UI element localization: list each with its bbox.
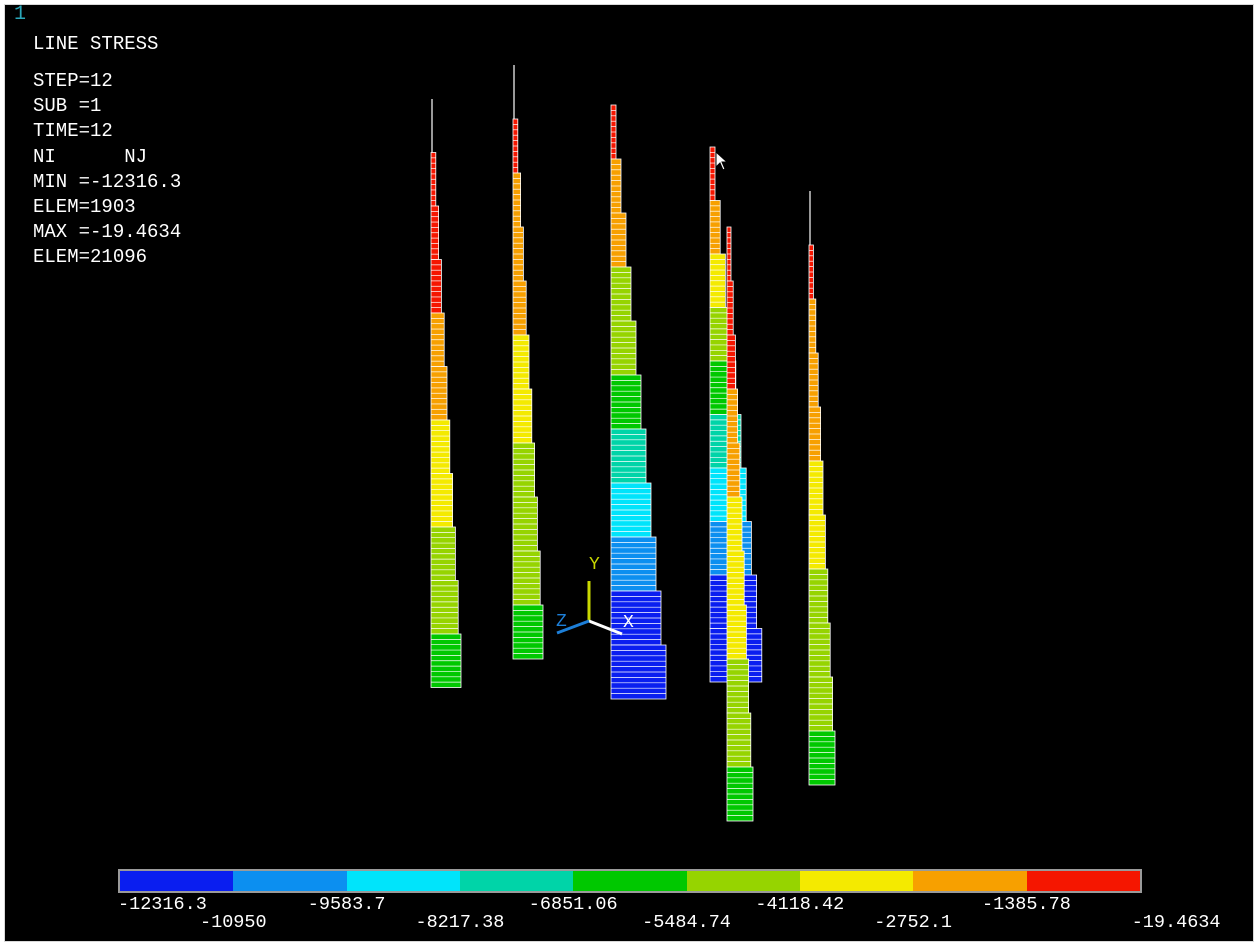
mouse-cursor-icon [715,151,729,171]
legend-label-1: -12316.3 [118,894,207,915]
axis-x-label: X [623,613,634,633]
legend-color-1 [120,871,234,891]
legend-color-7 [799,871,914,891]
legend-label-2: -10950 [199,912,267,933]
column-2[interactable] [512,65,544,660]
legend-color-6 [686,871,800,891]
contour-legend-bar [118,869,1142,893]
legend-label-4: -8217.38 [415,912,505,933]
legend-color-8 [913,871,1027,891]
legend-color-4 [459,871,574,891]
legend-label-6: -5484.74 [642,912,731,933]
legend-label-8: -2752.1 [874,912,952,933]
axis-y-label: Y [589,555,600,575]
legend-label-7: -4118.42 [755,894,845,915]
legend-label-3: -9583.7 [307,894,386,915]
stress-model-plot[interactable]: Y X Z [5,5,1254,942]
legend-label-5: -6851.06 [528,894,618,915]
legend-label-10: -19.4634 [1131,912,1221,933]
graphics-window[interactable]: 1 LINE STRESS STEP=12 SUB =1 TIME=12 NI … [4,4,1254,942]
axis-z-label: Z [556,612,567,632]
legend-color-3 [346,871,460,891]
column-3[interactable] [610,104,667,700]
column-1[interactable] [430,99,462,688]
legend-color-5 [573,871,687,891]
legend-color-9 [1026,871,1140,891]
column-6[interactable] [808,191,836,786]
legend-color-2 [233,871,347,891]
legend-label-9: -1385.78 [981,894,1071,915]
